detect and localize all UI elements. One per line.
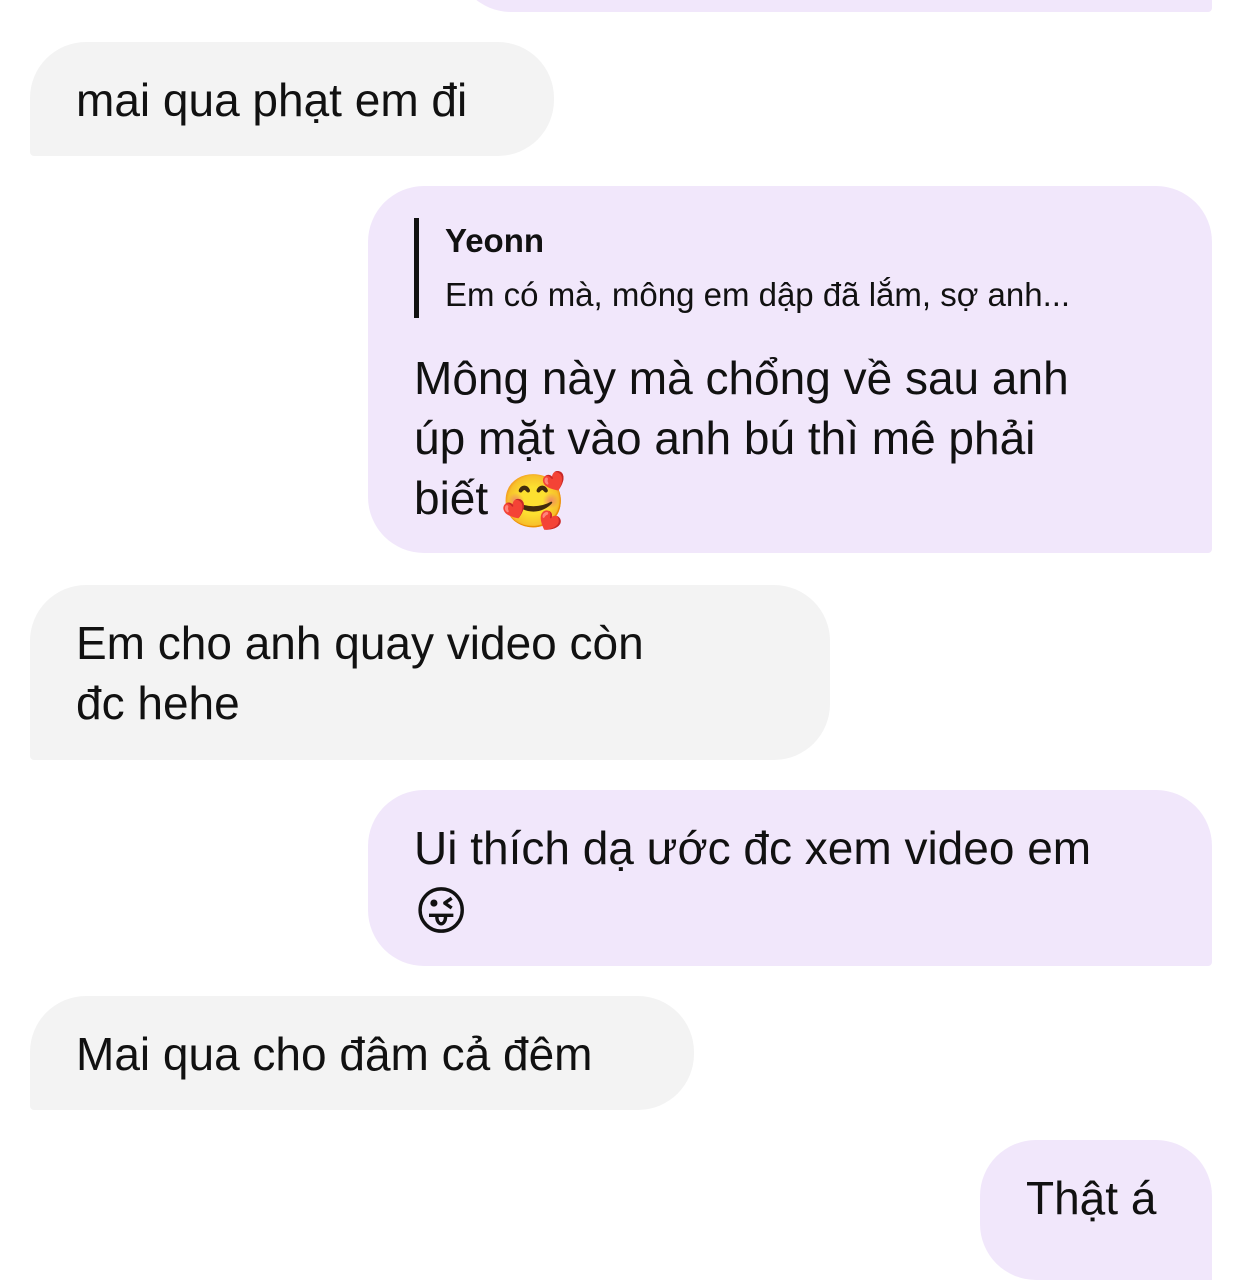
reply-quote[interactable]: Yeonn Em có mà, mông em dập đã lắm, sợ a… bbox=[414, 218, 1166, 318]
reply-quote-text: Em có mà, mông em dập đã lắm, sợ anh... bbox=[445, 276, 1071, 313]
reply-quote-author: Yeonn bbox=[445, 222, 545, 259]
sent-message-bubble[interactable]: Thật á bbox=[980, 1140, 1212, 1280]
previous-sent-message-bubble[interactable] bbox=[455, 0, 1212, 12]
message-text: Mai qua cho đâm cả đêm bbox=[76, 1028, 593, 1080]
received-message-bubble[interactable]: Em cho anh quay video còn đc hehe bbox=[30, 585, 830, 760]
message-text: Mông này mà chổng về sau anh úp mặt vào … bbox=[414, 352, 1069, 532]
message-text: Ui thích dạ ước đc xem video em bbox=[414, 822, 1092, 874]
sent-message-bubble[interactable]: Yeonn Em có mà, mông em dập đã lắm, sợ a… bbox=[368, 186, 1212, 553]
winking-face-with-tongue-emoji: 😜 bbox=[414, 881, 469, 942]
message-text: Thật á bbox=[1026, 1172, 1157, 1224]
message-text: Em cho anh quay video còn đc hehe bbox=[76, 617, 644, 729]
message-text: mai qua phạt em đi bbox=[76, 74, 468, 126]
received-message-bubble[interactable]: mai qua phạt em đi bbox=[30, 42, 554, 156]
sent-message-bubble[interactable]: Ui thích dạ ước đc xem video em 😜 bbox=[368, 790, 1212, 966]
received-message-bubble[interactable]: Mai qua cho đâm cả đêm bbox=[30, 996, 694, 1110]
smiling-face-with-hearts-emoji: 🥰 bbox=[500, 471, 566, 532]
